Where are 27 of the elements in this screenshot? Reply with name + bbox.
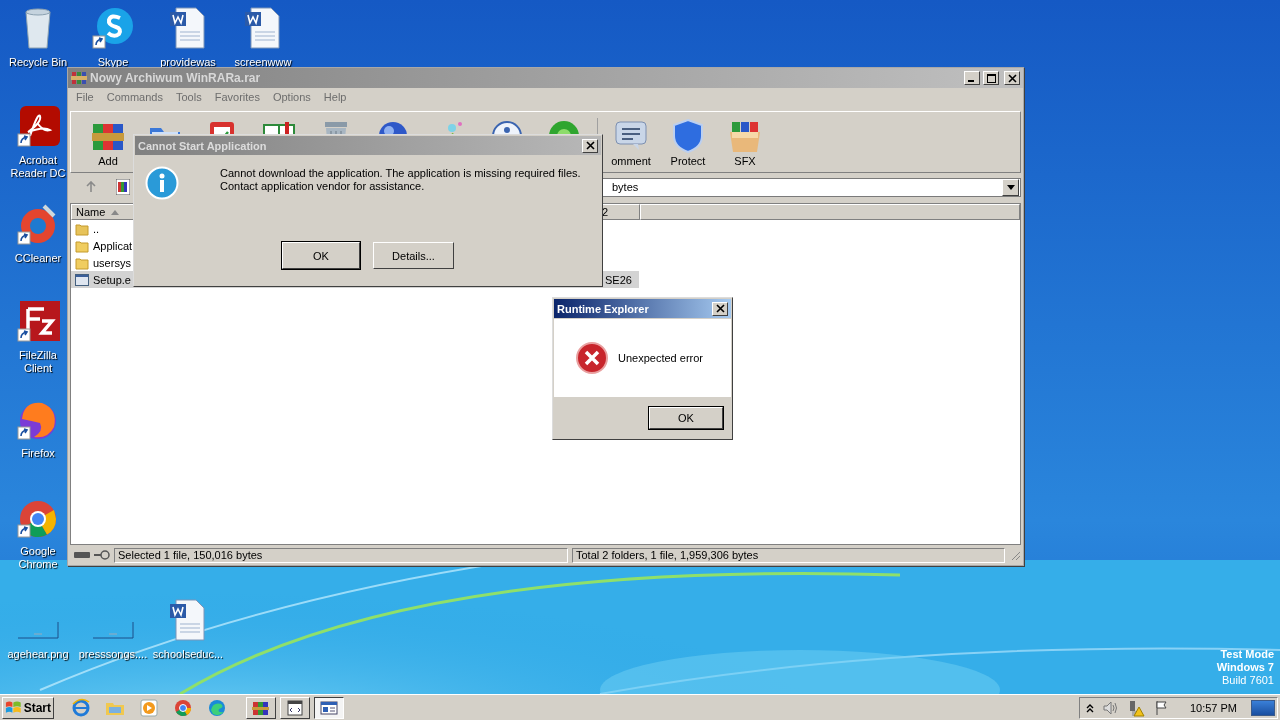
icon-label: Firefox (20, 447, 56, 460)
window-title: Nowy Archiwum WinRARa.rar (90, 71, 261, 85)
table-cell: usersys (93, 256, 131, 269)
status-text: Selected 1 file, 150,016 bytes (114, 547, 568, 563)
table-cell: Applicat (93, 239, 133, 252)
message-text: Cannot download the application. The application is missing required files. Contact application vendor for assistance. (220, 167, 581, 193)
icon-label: CCleaner (13, 252, 63, 265)
icon-label: agehear.png (6, 648, 70, 661)
icon-label: Recycle Bin (7, 56, 69, 69)
icon-label: Skype (96, 56, 130, 69)
status-text: Total 2 folders, 1 file, 1,959,306 bytes (572, 547, 1005, 563)
dialog-title: Runtime Explorer (557, 302, 650, 315)
dialog-title: Cannot Start Application (138, 139, 268, 152)
icon-label: screenwww (233, 56, 293, 69)
table-cell: Setup.e (93, 273, 131, 286)
icon-label: FileZilla Client (18, 349, 58, 375)
table-cell-text: SE26 (604, 273, 632, 286)
icon-label: presssongs.... (77, 648, 149, 661)
table-cell: .. (93, 222, 100, 235)
icon-label: Google Chrome (17, 545, 59, 571)
os-notice-text: Build 7601 (1222, 674, 1274, 687)
message-text: Unexpected error (618, 352, 703, 364)
os-notice-text: Windows 7 (1216, 661, 1274, 674)
icon-label: schoolseduc... (151, 648, 225, 661)
os-notice-text: Test Mode (1220, 648, 1274, 661)
icon-label: Acrobat Reader DC (9, 154, 67, 180)
icon-label: providewas (159, 56, 217, 69)
